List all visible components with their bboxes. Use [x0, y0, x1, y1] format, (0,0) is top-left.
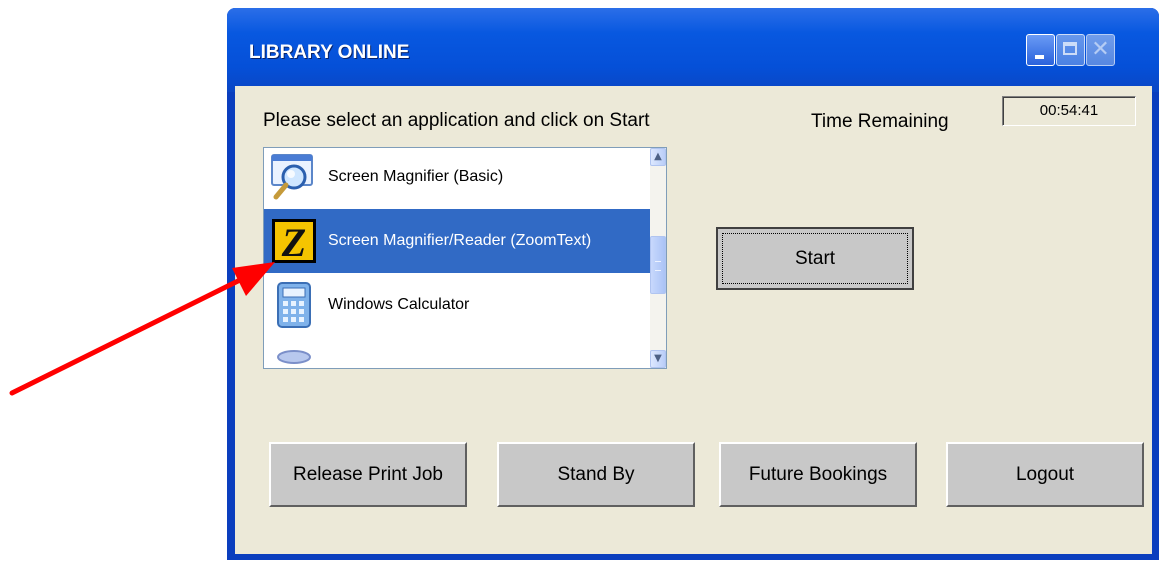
annotation-arrow: [9, 262, 275, 396]
